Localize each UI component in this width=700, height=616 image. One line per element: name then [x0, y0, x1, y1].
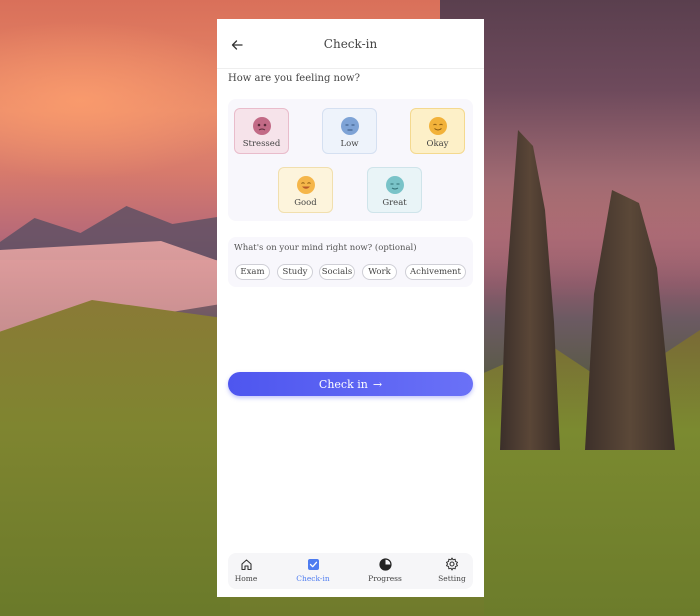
tab-label: Setting [438, 574, 466, 583]
tab-home[interactable]: Home [221, 557, 271, 587]
progress-icon [378, 557, 392, 571]
arrow-right-icon: → [372, 377, 383, 391]
mood-label: Good [294, 198, 317, 208]
mind-topics: What's on your mind right now? (optional… [228, 237, 473, 287]
home-icon [239, 557, 253, 571]
gear-icon [445, 557, 459, 571]
check-in-button[interactable]: Check in → [228, 372, 473, 396]
chip-achivement[interactable]: Achivement [405, 264, 466, 280]
mood-question: How are you feeling now? [228, 73, 360, 84]
mood-option-good[interactable]: Good [278, 167, 333, 213]
mood-option-okay[interactable]: Okay [410, 108, 465, 154]
mood-label: Okay [426, 139, 449, 149]
tab-label: Progress [368, 574, 402, 583]
mood-selector: Stressed Low Okay Good Great [228, 99, 473, 221]
good-face-icon [296, 176, 315, 194]
mood-label: Stressed [242, 139, 281, 149]
checkin-screen: Check-in How are you feeling now? Stress… [217, 19, 484, 597]
tab-check-in[interactable]: Check-in [288, 557, 338, 587]
tab-label: Home [234, 574, 258, 583]
mood-option-low[interactable]: Low [322, 108, 377, 154]
page-title: Check-in [323, 36, 378, 51]
chip-socials[interactable]: Socials [319, 264, 355, 280]
bottom-tab-bar: Home Check-in Progress Setting [228, 553, 473, 589]
header: Check-in [217, 19, 484, 69]
back-button[interactable] [229, 37, 245, 53]
stressed-face-icon [252, 117, 271, 135]
chip-work[interactable]: Work [362, 264, 397, 280]
chip-exam[interactable]: Exam [235, 264, 270, 280]
low-face-icon [340, 117, 359, 135]
great-face-icon [385, 176, 404, 194]
checkbox-icon [306, 557, 320, 571]
mood-label: Great [382, 198, 407, 208]
tab-setting[interactable]: Setting [427, 557, 477, 587]
check-in-button-label: Check in [318, 377, 368, 391]
arrow-left-icon [231, 40, 243, 50]
tab-progress[interactable]: Progress [360, 557, 410, 587]
mood-option-stressed[interactable]: Stressed [234, 108, 289, 154]
mood-label: Low [340, 139, 359, 149]
chip-study[interactable]: Study [277, 264, 313, 280]
hills-left [0, 300, 230, 616]
tab-label: Check-in [296, 574, 330, 583]
okay-face-icon [428, 117, 447, 135]
mind-topics-title: What's on your mind right now? (optional… [234, 243, 417, 253]
mood-option-great[interactable]: Great [367, 167, 422, 213]
